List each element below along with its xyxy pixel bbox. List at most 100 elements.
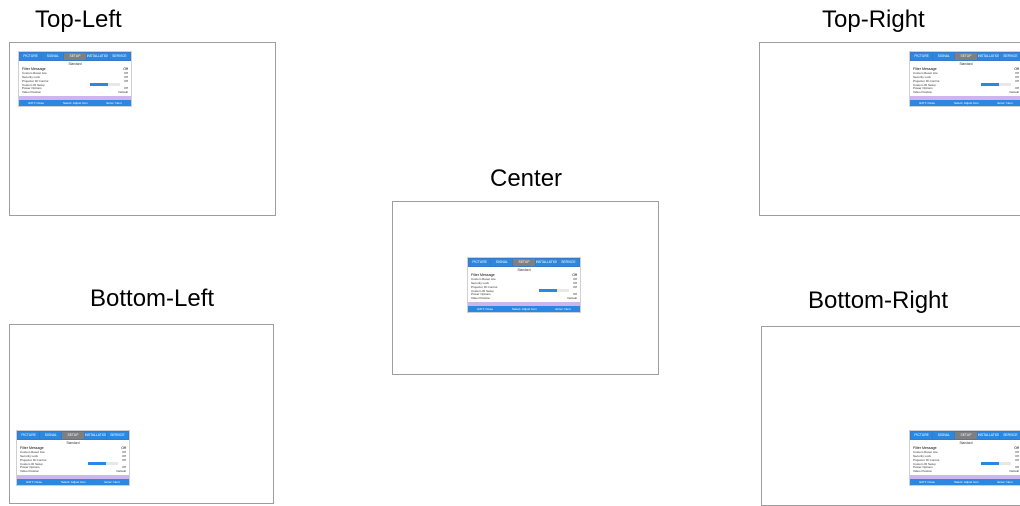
osd-footer-hint: Enter: Next: [997, 101, 1013, 106]
osd-title: Standard: [66, 441, 80, 445]
osd-slider-fill: [981, 83, 999, 86]
osd-menu-top-right: PICTURE SIGNAL SETUP INSTALLATION SERVICE Sta…: [910, 52, 1020, 107]
osd-row[interactable]: Video Position Default: [471, 296, 577, 300]
osd-slider-fill: [88, 462, 106, 465]
osd-tab[interactable]: INSTALLATION: [84, 432, 106, 439]
osd-rows: Filter Message Off Custom Reset Lite Off Sec…: [910, 446, 1020, 473]
osd-slider[interactable]: [981, 462, 1011, 465]
osd-row-value: Default: [118, 90, 128, 95]
osd-rows: Filter Message Off Custom Reset Lite Off Sec…: [910, 67, 1020, 94]
osd-row-label: Video Position: [913, 469, 933, 474]
osd-menu-center: PICTURE SIGNAL SETUP INSTALLATION SERVICE Sta…: [468, 258, 580, 313]
osd-footer: EXIT: Close Select: Adjust Icon Enter: Nex…: [910, 100, 1020, 107]
osd-row-value: Off: [122, 457, 126, 462]
osd-slider[interactable]: [90, 83, 120, 86]
osd-row[interactable]: Video Position Default: [913, 469, 1019, 473]
osd-footer-hint: Enter: Next: [997, 480, 1013, 485]
osd-row[interactable]: Video Position Default: [20, 469, 126, 473]
osd-tab[interactable]: SERVICE: [557, 259, 580, 266]
osd-footer-hint: EXIT: Close: [477, 307, 494, 312]
osd-tab[interactable]: SETUP: [64, 53, 86, 60]
osd-rows: Filter Message Off Custom Reset Lite Off Sec…: [17, 446, 129, 473]
osd-tab[interactable]: PICTURE: [469, 259, 491, 266]
osd-slider-fill: [539, 289, 557, 292]
osd-tab[interactable]: PICTURE: [911, 432, 933, 439]
osd-footer: EXIT: Close Select: Adjust Icon Enter: Nex…: [468, 306, 580, 313]
osd-rows: Filter Message Off Custom Reset Lite Off Sec…: [19, 67, 131, 94]
label-center: Center: [490, 165, 563, 192]
osd-footer-hint: Enter: Next: [106, 101, 122, 106]
osd-row-value: Off: [124, 78, 128, 83]
osd-title: Standard: [68, 62, 82, 66]
osd-tab[interactable]: SERVICE: [106, 432, 129, 439]
osd-footer-hint: EXIT: Close: [919, 101, 936, 106]
osd-row-value: Default: [567, 296, 577, 301]
osd-tab[interactable]: INSTALLATION: [977, 432, 999, 439]
osd-tab[interactable]: INSTALLATION: [86, 53, 108, 60]
osd-tab[interactable]: PICTURE: [911, 53, 933, 60]
osd-tab[interactable]: SETUP: [62, 432, 84, 439]
osd-row-label: Video Position: [22, 90, 42, 95]
osd-row-value: Off: [1015, 78, 1019, 83]
osd-footer-hint: Select: Adjust Icon: [953, 101, 979, 106]
osd-footer: EXIT: Close Select: Adjust Icon Enter: Nex…: [910, 479, 1020, 486]
osd-row-label: Video Position: [20, 469, 40, 474]
osd-footer-hint: Select: Adjust Icon: [511, 307, 537, 312]
osd-tab[interactable]: PICTURE: [20, 53, 42, 60]
osd-row-value: Default: [1009, 469, 1019, 474]
osd-footer-hint: Select: Adjust Icon: [60, 480, 86, 485]
osd-tab[interactable]: INSTALLATION: [535, 259, 557, 266]
osd-row[interactable]: Video Position Default: [22, 90, 128, 94]
osd-tab[interactable]: SERVICE: [108, 53, 131, 60]
osd-tab-bar: PICTURE SIGNAL SETUP INSTALLATION SERVICE: [19, 52, 131, 61]
osd-menu-bottom-left: PICTURE SIGNAL SETUP INSTALLATION SERVICE Sta…: [17, 431, 129, 486]
osd-row-value: Off: [1015, 457, 1019, 462]
osd-tab[interactable]: SIGNAL: [933, 53, 955, 60]
osd-menu-top-left: PICTURE SIGNAL SETUP INSTALLATION SERVICE Sta…: [19, 52, 131, 107]
osd-slider-fill: [981, 462, 999, 465]
osd-tab[interactable]: SETUP: [955, 53, 977, 60]
osd-title: Standard: [959, 441, 973, 445]
osd-tab[interactable]: SIGNAL: [42, 53, 64, 60]
osd-tab-bar: PICTURE SIGNAL SETUP INSTALLATION SERVICE: [910, 431, 1020, 440]
osd-tab[interactable]: SETUP: [955, 432, 977, 439]
osd-rows: Filter Message Off Custom Reset Lite Off Sec…: [468, 273, 580, 300]
osd-footer-hint: EXIT: Close: [26, 480, 43, 485]
osd-row-value: Default: [116, 469, 126, 474]
osd-tab[interactable]: SERVICE: [999, 53, 1020, 60]
osd-title: Standard: [959, 62, 973, 66]
osd-row-value: Default: [1009, 90, 1019, 95]
osd-slider-fill: [90, 83, 108, 86]
osd-tab-bar: PICTURE SIGNAL SETUP INSTALLATION SERVICE: [17, 431, 129, 440]
osd-tab[interactable]: SERVICE: [999, 432, 1020, 439]
label-top-left: Top-Left: [35, 6, 122, 33]
osd-slider[interactable]: [88, 462, 118, 465]
osd-footer: EXIT: Close Select: Adjust Icon Enter: Nex…: [17, 479, 129, 486]
osd-tab[interactable]: SIGNAL: [40, 432, 62, 439]
osd-slider[interactable]: [539, 289, 569, 292]
osd-row-label: Video Position: [471, 296, 491, 301]
osd-slider[interactable]: [981, 83, 1011, 86]
osd-footer-hint: EXIT: Close: [919, 480, 936, 485]
osd-tab-bar: PICTURE SIGNAL SETUP INSTALLATION SERVICE: [910, 52, 1020, 61]
osd-tab[interactable]: PICTURE: [18, 432, 40, 439]
osd-tab[interactable]: SETUP: [513, 259, 535, 266]
label-bottom-left: Bottom-Left: [90, 285, 215, 312]
osd-row-value: Off: [573, 284, 577, 289]
osd-footer: EXIT: Close Select: Adjust Icon Enter: Nex…: [19, 100, 131, 107]
osd-footer-hint: Enter: Next: [104, 480, 120, 485]
osd-tab[interactable]: INSTALLATION: [977, 53, 999, 60]
label-bottom-right: Bottom-Right: [808, 287, 949, 314]
osd-row-label: Video Position: [913, 90, 933, 95]
osd-footer-hint: Select: Adjust Icon: [62, 101, 88, 106]
osd-tab[interactable]: SIGNAL: [491, 259, 513, 266]
osd-tab[interactable]: SIGNAL: [933, 432, 955, 439]
label-top-right: Top-Right: [822, 6, 925, 33]
osd-footer-hint: Select: Adjust Icon: [953, 480, 979, 485]
osd-title: Standard: [517, 268, 531, 272]
osd-menu-bottom-right: PICTURE SIGNAL SETUP INSTALLATION SERVICE Sta…: [910, 431, 1020, 486]
osd-row[interactable]: Video Position Default: [913, 90, 1019, 94]
osd-tab-bar: PICTURE SIGNAL SETUP INSTALLATION SERVICE: [468, 258, 580, 267]
osd-footer-hint: Enter: Next: [555, 307, 571, 312]
osd-footer-hint: EXIT: Close: [28, 101, 45, 106]
